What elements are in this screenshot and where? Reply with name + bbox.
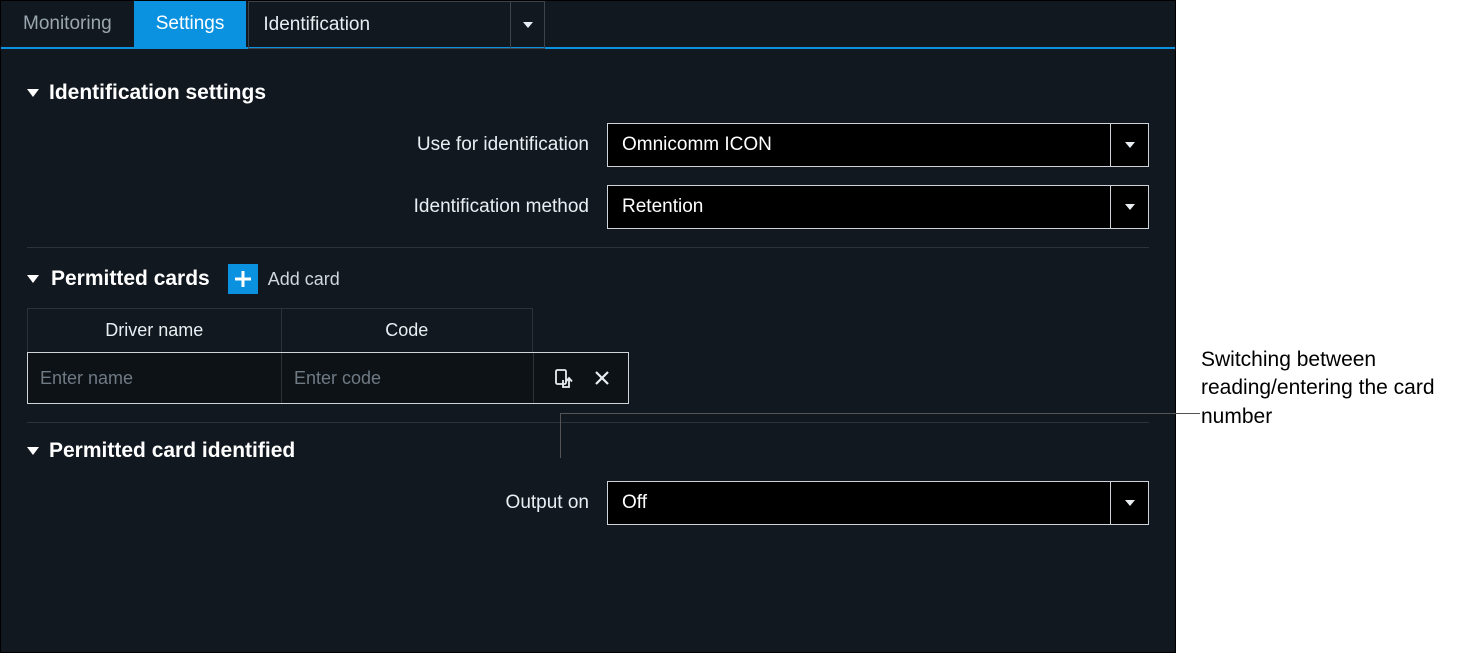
divider <box>27 422 1149 423</box>
disclosure-down-icon[interactable] <box>27 275 39 283</box>
dropdown-output-on[interactable]: Off <box>607 481 1149 525</box>
column-header-code: Code <box>282 309 534 352</box>
section-identification-settings-header[interactable]: Identification settings <box>27 81 1149 105</box>
chevron-down-icon[interactable] <box>1110 124 1148 166</box>
add-card-label: Add card <box>268 269 340 290</box>
table-row <box>27 352 629 404</box>
chevron-down-icon[interactable] <box>510 2 544 48</box>
label-use-for-identification: Use for identification <box>27 134 607 156</box>
close-icon[interactable] <box>590 366 614 390</box>
section-identification-settings-title: Identification settings <box>49 81 266 105</box>
annotation-callout-line <box>560 413 561 458</box>
add-card-button[interactable]: Add card <box>228 264 340 294</box>
chevron-down-icon[interactable] <box>1110 482 1148 524</box>
content-area: Identification settings Use for identifi… <box>1 49 1175 553</box>
subsection-label: Identification <box>249 14 510 36</box>
row-identification-method: Identification method Retention <box>27 185 1149 229</box>
annotation-text: Switching between reading/entering the c… <box>1201 346 1446 431</box>
section-permitted-card-identified-header[interactable]: Permitted card identified <box>27 439 1149 463</box>
chevron-down-icon[interactable] <box>1110 186 1148 228</box>
row-actions <box>534 353 628 403</box>
code-input[interactable] <box>282 353 533 403</box>
app-panel: Monitoring Settings Identification Ident… <box>0 0 1176 653</box>
dropdown-identification-method[interactable]: Retention <box>607 185 1149 229</box>
row-use-for-identification: Use for identification Omnicomm ICON <box>27 123 1149 167</box>
label-identification-method: Identification method <box>27 196 607 218</box>
section-permitted-cards-header[interactable]: Permitted cards Add card <box>27 264 1149 294</box>
disclosure-down-icon[interactable] <box>27 447 39 455</box>
dropdown-identification-method-value: Retention <box>608 186 1110 228</box>
annotation-callout-line <box>560 413 1200 414</box>
disclosure-down-icon[interactable] <box>27 89 39 97</box>
permitted-cards-table: Driver name Code <box>27 308 533 404</box>
divider <box>27 247 1149 248</box>
plus-icon <box>228 264 258 294</box>
dropdown-output-on-value: Off <box>608 482 1110 524</box>
dropdown-use-for-identification-value: Omnicomm ICON <box>608 124 1110 166</box>
tab-settings[interactable]: Settings <box>134 1 247 47</box>
column-header-driver-name: Driver name <box>28 309 282 352</box>
dropdown-use-for-identification[interactable]: Omnicomm ICON <box>607 123 1149 167</box>
label-output-on: Output on <box>27 492 607 514</box>
driver-name-input[interactable] <box>28 353 281 403</box>
section-permitted-card-identified-title: Permitted card identified <box>49 439 295 463</box>
read-card-toggle-icon[interactable] <box>552 366 576 390</box>
section-permitted-cards-title: Permitted cards <box>51 267 210 291</box>
tab-monitoring[interactable]: Monitoring <box>1 1 134 47</box>
tab-bar: Monitoring Settings Identification <box>1 1 1175 49</box>
table-header: Driver name Code <box>27 308 533 352</box>
row-output-on: Output on Off <box>27 481 1149 525</box>
subsection-dropdown[interactable]: Identification <box>248 1 545 49</box>
